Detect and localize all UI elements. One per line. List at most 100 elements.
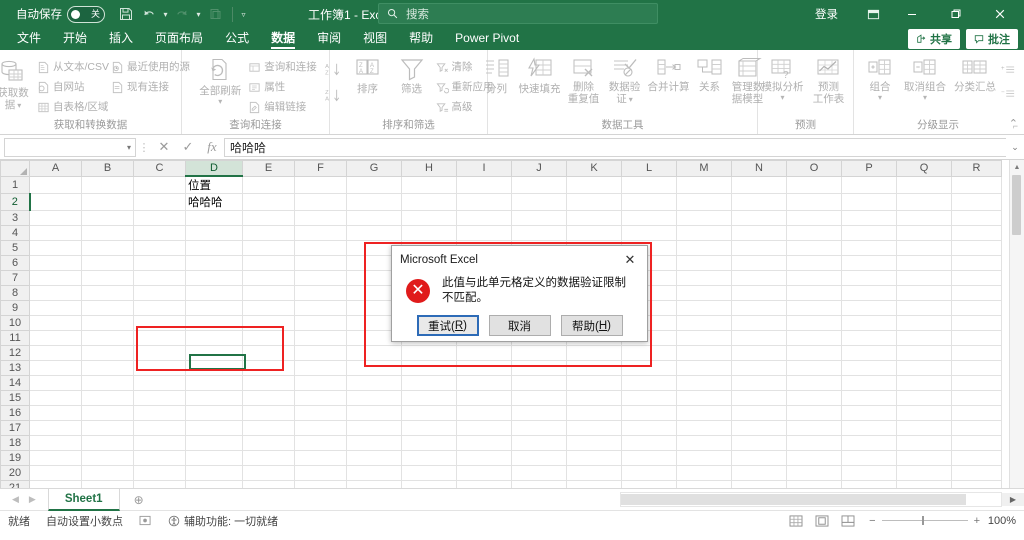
cell-K1[interactable] <box>566 176 622 194</box>
cell-I17[interactable] <box>456 420 512 436</box>
cell-C18[interactable] <box>133 435 186 451</box>
cell-M10[interactable] <box>676 315 732 331</box>
cell-M4[interactable] <box>676 225 732 241</box>
cell-R19[interactable] <box>951 450 1002 466</box>
status-accessibility[interactable]: 辅助功能: 一切就绪 <box>160 513 286 529</box>
cell-N8[interactable] <box>731 285 787 301</box>
autosave-toggle[interactable]: 自动保存 关 <box>16 5 105 23</box>
cell-E13[interactable] <box>242 360 295 376</box>
cell-Q2[interactable] <box>896 193 952 211</box>
cell-N20[interactable] <box>731 465 787 481</box>
cell-N4[interactable] <box>731 225 787 241</box>
from-web-button[interactable]: 自网站 <box>37 78 109 96</box>
cell-A8[interactable] <box>29 285 82 301</box>
cell-N10[interactable] <box>731 315 787 331</box>
cell-E21[interactable] <box>242 480 295 488</box>
cell-E12[interactable] <box>242 345 295 361</box>
column-header-o[interactable]: O <box>786 160 842 177</box>
horizontal-scroll-track[interactable] <box>620 491 1002 507</box>
cell-A20[interactable] <box>29 465 82 481</box>
cell-P16[interactable] <box>841 405 897 421</box>
cell-O18[interactable] <box>786 435 842 451</box>
row-header-20[interactable]: 20 <box>0 465 30 481</box>
sort-az-icon[interactable]: AZ <box>324 62 344 78</box>
column-header-d[interactable]: D <box>185 160 243 177</box>
cell-Q15[interactable] <box>896 390 952 406</box>
formula-input[interactable]: 哈哈哈 <box>224 137 1006 157</box>
cell-B4[interactable] <box>81 225 134 241</box>
relationships-button[interactable]: 关系 <box>693 55 727 93</box>
cell-N1[interactable] <box>731 176 787 194</box>
next-sheet-icon[interactable]: ▶ <box>29 494 36 505</box>
cell-A4[interactable] <box>29 225 82 241</box>
cell-R4[interactable] <box>951 225 1002 241</box>
cell-P13[interactable] <box>841 360 897 376</box>
cell-G17[interactable] <box>346 420 402 436</box>
cell-A3[interactable] <box>29 210 82 226</box>
cell-E20[interactable] <box>242 465 295 481</box>
cell-A16[interactable] <box>29 405 82 421</box>
cell-N21[interactable] <box>731 480 787 488</box>
cell-R12[interactable] <box>951 345 1002 361</box>
cell-E4[interactable] <box>242 225 295 241</box>
cell-I16[interactable] <box>456 405 512 421</box>
cell-N7[interactable] <box>731 270 787 286</box>
previous-sheet-icon[interactable]: ◀ <box>12 494 19 505</box>
cell-K15[interactable] <box>566 390 622 406</box>
cell-Q16[interactable] <box>896 405 952 421</box>
cell-C7[interactable] <box>133 270 186 286</box>
cell-C19[interactable] <box>133 450 186 466</box>
cell-I20[interactable] <box>456 465 512 481</box>
cell-F5[interactable] <box>294 240 347 256</box>
column-header-k[interactable]: K <box>566 160 622 177</box>
cell-N2[interactable] <box>731 193 787 211</box>
queries-connections-button[interactable]: 查询和连接 <box>248 58 317 76</box>
cell-Q3[interactable] <box>896 210 952 226</box>
cell-K13[interactable] <box>566 360 622 376</box>
cell-H17[interactable] <box>401 420 457 436</box>
cell-F14[interactable] <box>294 375 347 391</box>
cell-M3[interactable] <box>676 210 732 226</box>
cell-A19[interactable] <box>29 450 82 466</box>
cell-D10[interactable] <box>185 315 243 331</box>
forecast-sheet-button[interactable]: 预测 工作表 <box>807 55 851 105</box>
row-header-7[interactable]: 7 <box>0 270 30 286</box>
cell-O2[interactable] <box>786 193 842 211</box>
cell-J20[interactable] <box>511 465 567 481</box>
cell-N18[interactable] <box>731 435 787 451</box>
cell-F6[interactable] <box>294 255 347 271</box>
cell-Q18[interactable] <box>896 435 952 451</box>
cell-A7[interactable] <box>29 270 82 286</box>
cell-L20[interactable] <box>621 465 677 481</box>
redo-dropdown-icon[interactable]: ▾ <box>194 3 203 25</box>
cell-K2[interactable] <box>566 193 622 211</box>
edit-links-button[interactable]: 编辑链接 <box>248 98 317 116</box>
row-header-13[interactable]: 13 <box>0 360 30 376</box>
cell-M12[interactable] <box>676 345 732 361</box>
cell-E16[interactable] <box>242 405 295 421</box>
macro-record-icon[interactable] <box>131 515 160 526</box>
cell-L21[interactable] <box>621 480 677 488</box>
cell-P2[interactable] <box>841 193 897 211</box>
cell-B9[interactable] <box>81 300 134 316</box>
cell-I12[interactable] <box>456 345 512 361</box>
horizontal-scrollbar[interactable]: ▶ <box>620 488 1024 510</box>
cell-J13[interactable] <box>511 360 567 376</box>
cell-R14[interactable] <box>951 375 1002 391</box>
cell-H16[interactable] <box>401 405 457 421</box>
data-validation-caret-icon[interactable]: ▾ <box>629 95 633 104</box>
column-header-h[interactable]: H <box>401 160 457 177</box>
cell-P9[interactable] <box>841 300 897 316</box>
column-header-r[interactable]: R <box>951 160 1002 177</box>
row-header-6[interactable]: 6 <box>0 255 30 271</box>
cell-F2[interactable] <box>294 193 347 211</box>
cell-F7[interactable] <box>294 270 347 286</box>
cell-R11[interactable] <box>951 330 1002 346</box>
redo-icon[interactable] <box>171 3 193 25</box>
cell-N14[interactable] <box>731 375 787 391</box>
cell-A12[interactable] <box>29 345 82 361</box>
cell-D14[interactable] <box>185 375 243 391</box>
cell-G21[interactable] <box>346 480 402 488</box>
cell-J16[interactable] <box>511 405 567 421</box>
autosave-switch[interactable]: 关 <box>67 5 105 23</box>
